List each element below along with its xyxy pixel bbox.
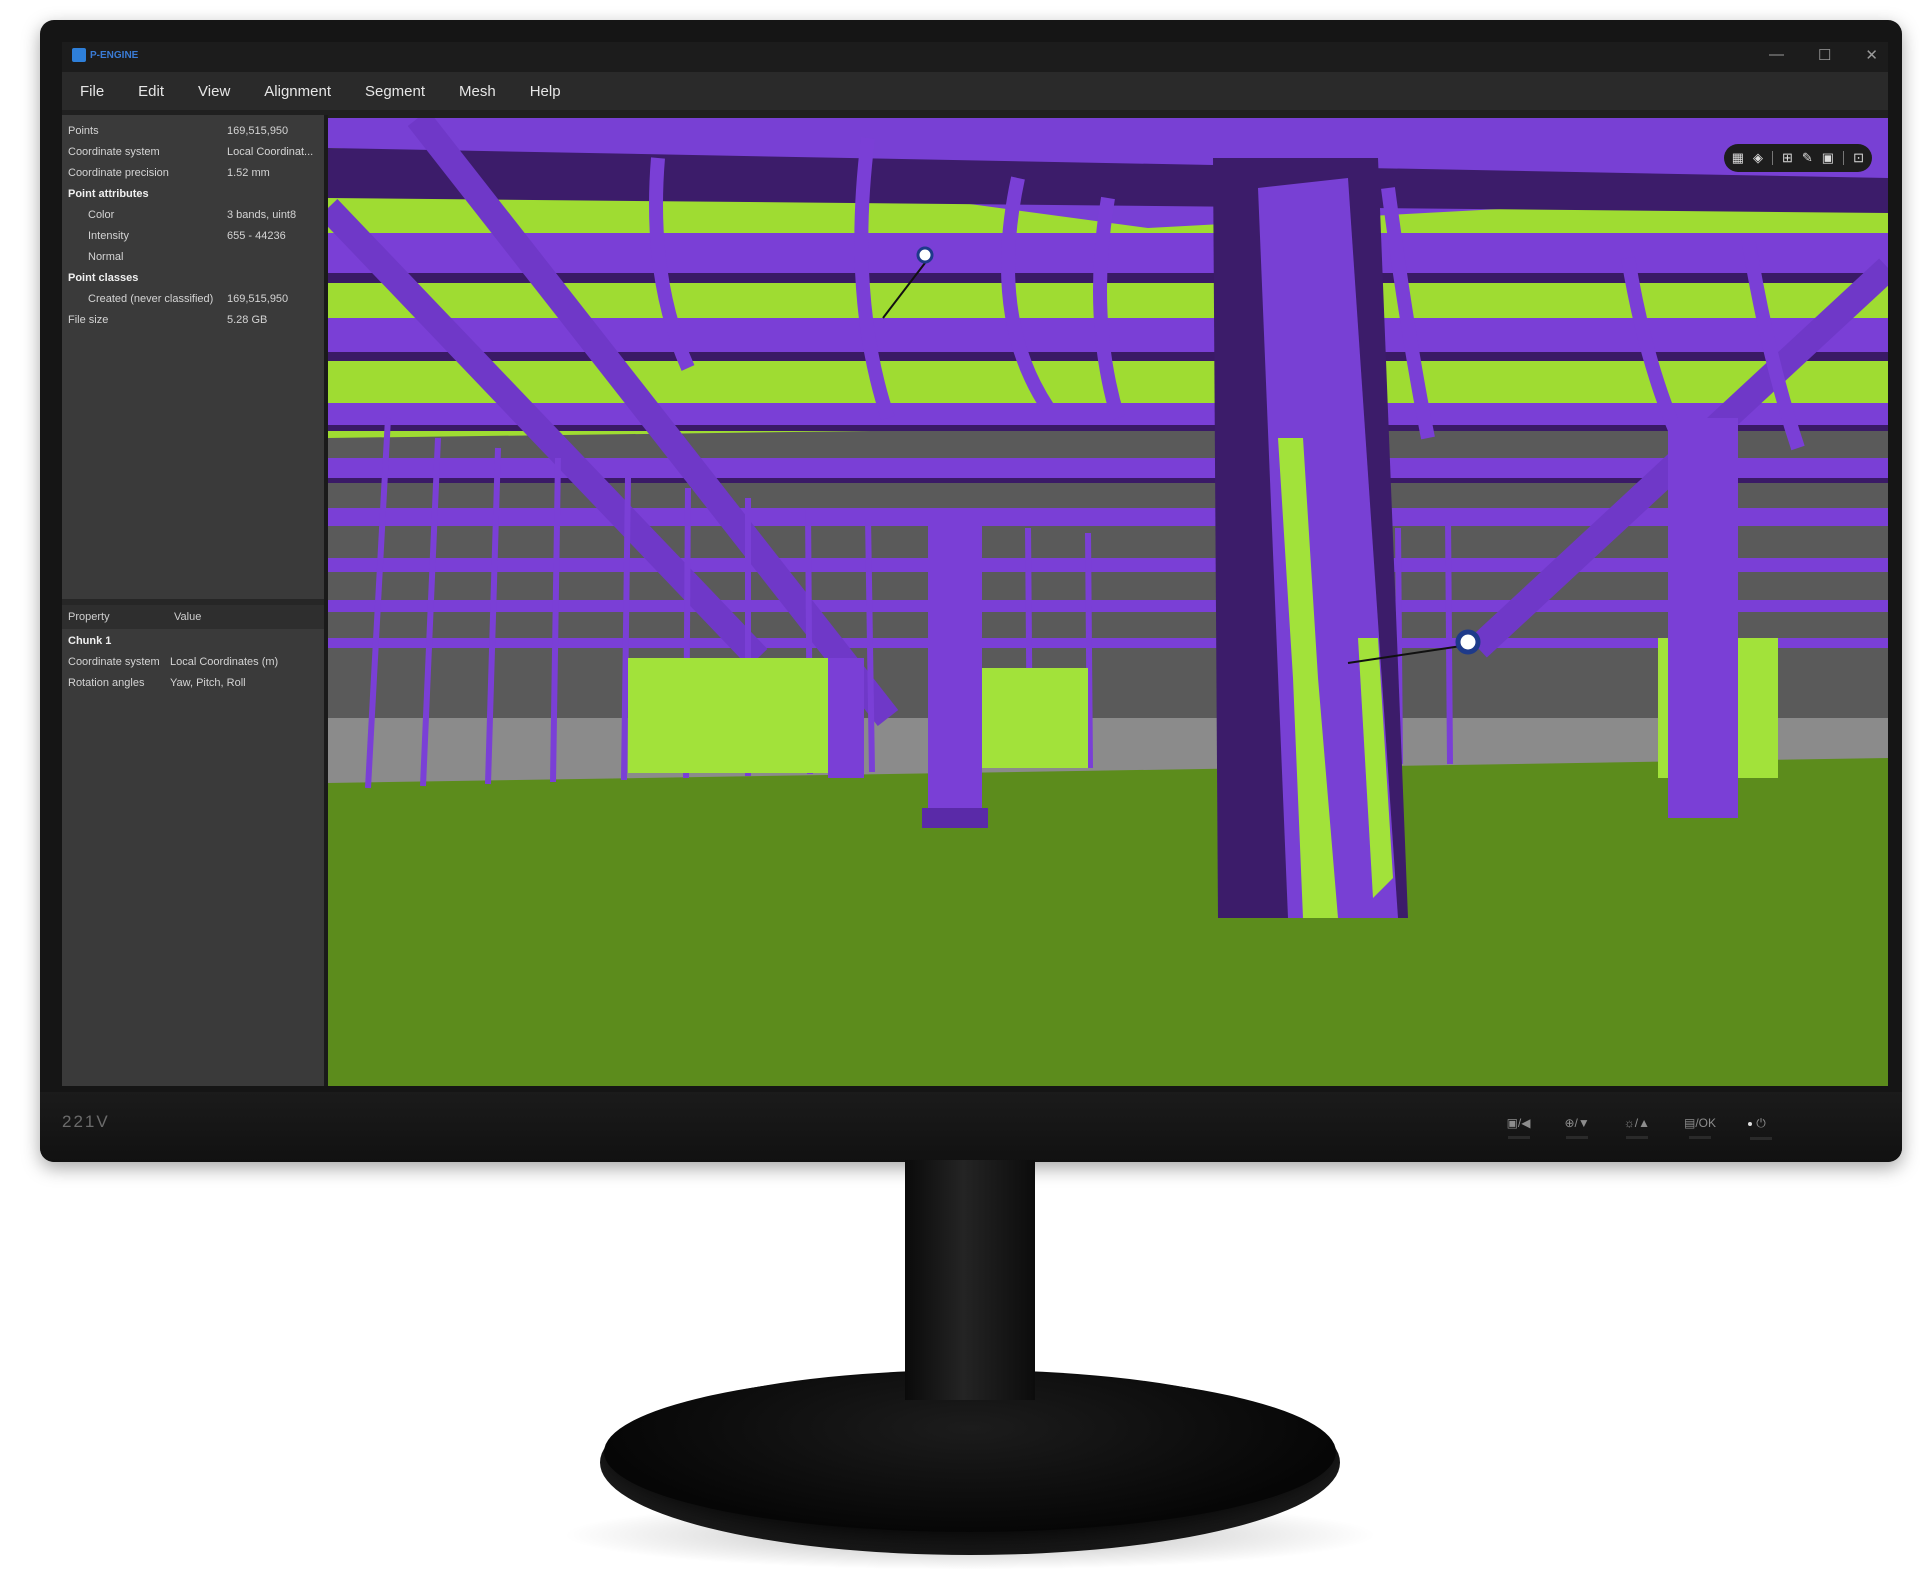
menu-segment[interactable]: Segment [365,83,425,100]
property-key: Points [68,125,99,137]
menu-bar: File Edit View Alignment Segment Mesh He… [62,72,1888,110]
property-row[interactable]: Intensity 655 - 44236 [62,226,324,247]
power-led [1748,1122,1752,1126]
property-value: 1.52 mm [227,167,270,179]
chunk-property-key: Rotation angles [68,677,145,689]
monitor-up-button[interactable]: ☼/▲ [1624,1116,1650,1140]
property-row[interactable]: Points 169,515,950 [62,121,324,142]
menu-view[interactable]: View [198,83,230,100]
property-value: 5.28 GB [227,314,268,326]
property-row[interactable]: Coordinate precision 1.52 mm [62,163,324,184]
property-value: Local Coordinat... [227,146,314,158]
chunk-property-row[interactable]: Coordinate system Local Coordinates (m) [62,652,324,672]
app-title: P-ENGINE [90,49,139,61]
chunk-property-key: Coordinate system [68,656,160,668]
chunk-property-value: Yaw, Pitch, Roll [170,677,246,689]
property-column-header[interactable]: Property [68,611,110,623]
cube-icon[interactable]: ◈ [1753,150,1763,166]
maximize-button[interactable]: ☐ [1818,46,1831,64]
property-row[interactable]: Normal [62,247,324,268]
property-row[interactable]: Created (never classified) 169,515,950 [62,289,324,310]
3d-viewport[interactable]: ▦ ◈ ⊞ ✎ ▣ ⊡ [328,118,1888,1086]
close-button[interactable]: ✕ [1865,46,1878,64]
menu-help[interactable]: Help [530,83,561,100]
property-key: Coordinate system [68,146,160,158]
property-value: 655 - 44236 [227,230,286,242]
marker-point-2 [1455,629,1481,655]
property-key: Intensity [88,230,129,242]
toolbar-separator [1771,151,1773,165]
property-key: Coordinate precision [68,167,169,179]
stand-neck [905,1160,1035,1400]
property-row[interactable]: Color 3 bands, uint8 [62,205,324,226]
monitor-menu-button[interactable]: ▤/OK [1684,1116,1716,1140]
right-column [1668,418,1738,818]
property-value: 169,515,950 [227,125,289,137]
property-row[interactable]: Point attributes [62,184,324,205]
property-key: Color [88,209,115,221]
app-window: P-ENGINE — ☐ ✕ File Edit View Alignment … [62,42,1888,1086]
monitor-power-button[interactable]: ⏻ [1750,1116,1772,1140]
point-cloud-scene[interactable] [328,118,1888,1086]
monitor-bezel: 221V ▣/◀ ⊕/▼ ☼/▲ ▤/OK ⏻ [40,1092,1902,1162]
monitor-input-button[interactable]: ▣/◀ [1507,1116,1531,1140]
property-key: Created (never classified) [88,293,214,305]
layers-icon[interactable]: ▣ [1822,150,1834,166]
monitor-model-label: 221V [62,1112,110,1131]
point-cloud-info-panel: Points 169,515,950 Coordinate system Local … [62,115,324,599]
value-column-header[interactable]: Value [174,611,201,623]
property-row[interactable]: Coordinate system Local Coordinat... [62,142,324,163]
property-key: Point classes [68,272,139,284]
properties-header: Property Value [62,605,324,629]
property-key: File size [68,314,109,326]
toolbar-separator [1843,151,1845,165]
menu-mesh[interactable]: Mesh [459,83,496,100]
property-value: 3 bands, uint8 [227,209,297,221]
title-bar: P-ENGINE — ☐ ✕ [62,42,1888,72]
property-key: Normal [88,251,124,263]
property-key: Point attributes [68,188,149,200]
chunk-property-row[interactable]: Rotation angles Yaw, Pitch, Roll [62,673,324,693]
chunk-property-key: Chunk 1 [68,635,112,647]
menu-edit[interactable]: Edit [138,83,164,100]
foreground-column [1213,158,1408,918]
property-value: 169,515,950 [227,293,289,305]
properties-panel: Property Value Chunk 1 Coordinate system L… [62,605,324,1086]
monitor-down-button[interactable]: ⊕/▼ [1565,1116,1590,1140]
app-logo: P-ENGINE [72,48,138,62]
app-logo-icon [72,48,86,62]
focus-icon[interactable]: ⊡ [1853,150,1864,166]
chunk-property-value: Local Coordinates (m) [170,656,279,668]
minimize-button[interactable]: — [1769,46,1784,64]
menu-file[interactable]: File [80,83,104,100]
grid-icon[interactable]: ▦ [1732,150,1744,166]
sidebar: Points 169,515,950 Coordinate system Local … [62,115,324,1086]
split-icon[interactable]: ⊞ [1782,150,1793,166]
menu-alignment[interactable]: Alignment [264,83,331,100]
viewport-toolbar: ▦ ◈ ⊞ ✎ ▣ ⊡ [1723,144,1872,172]
property-row[interactable]: Point classes [62,268,324,289]
marker-point-1 [916,246,934,264]
left-column [828,658,864,778]
tag-icon[interactable]: ✎ [1802,150,1813,166]
window-controls: — ☐ ✕ [1769,46,1878,64]
floor [328,758,1888,1086]
chunk-property-row[interactable]: Chunk 1 [62,631,324,651]
monitor-hardware-buttons: ▣/◀ ⊕/▼ ☼/▲ ▤/OK ⏻ [1507,1116,1772,1140]
property-row[interactable]: File size 5.28 GB [62,310,324,331]
center-column [928,518,982,828]
